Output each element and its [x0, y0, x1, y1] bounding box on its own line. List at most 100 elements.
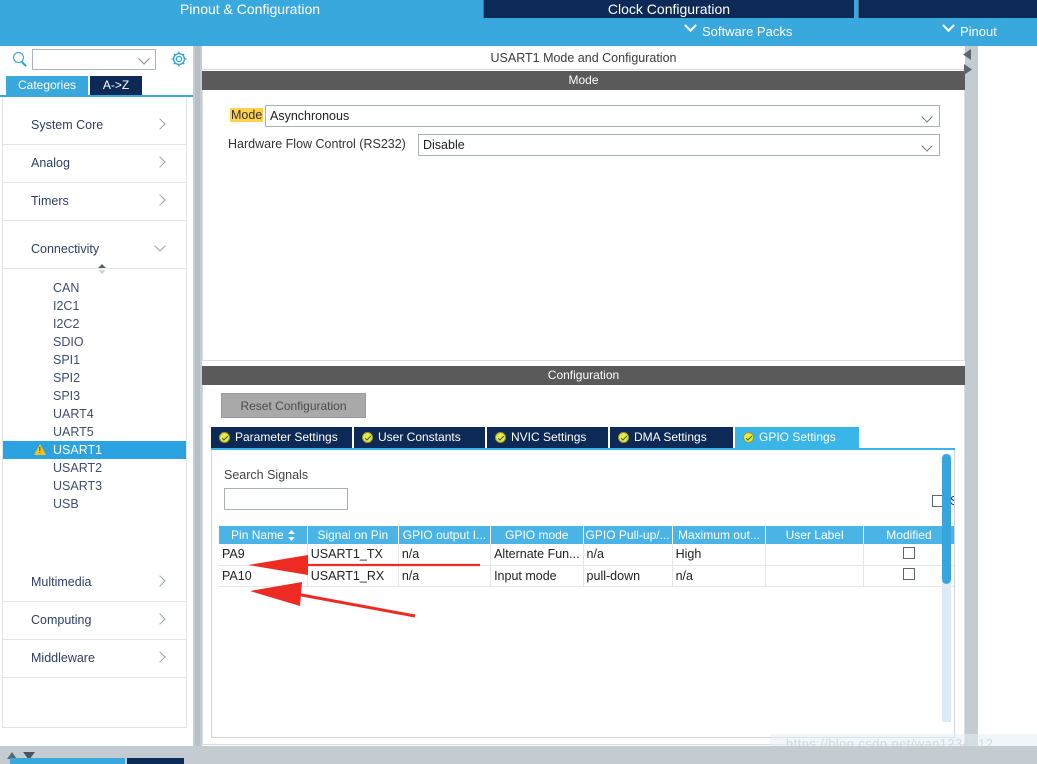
column-header-user-label[interactable]: User Label — [766, 526, 864, 544]
search-combobox[interactable] — [32, 49, 156, 70]
gpio-settings-pane: Search Signals Show only Modified Pins — [211, 450, 955, 738]
peripheral-label: SPI3 — [53, 387, 80, 405]
tab-a-to-z[interactable]: A->Z — [90, 76, 142, 95]
cell-maximum-output[interactable]: High — [672, 544, 766, 565]
tab-categories[interactable]: Categories — [6, 76, 88, 95]
modified-checkbox[interactable] — [903, 547, 915, 559]
gpio-pins-table: Pin Name Signal on Pin GPIO output I... … — [219, 526, 954, 587]
gpio-vertical-scrollbar[interactable] — [942, 454, 951, 722]
sidebar-item-usb[interactable]: USB — [3, 495, 186, 513]
cell-user-label[interactable] — [766, 544, 864, 565]
sidebar-item-sdio[interactable]: SDIO — [3, 333, 186, 351]
category-label: Timers — [31, 194, 69, 208]
flow-control-value: Disable — [423, 138, 465, 152]
column-header-maximum-output-speed[interactable]: Maximum out... — [672, 526, 766, 544]
chevron-right-icon — [154, 156, 165, 167]
sidebar-item-spi1[interactable]: SPI1 — [3, 351, 186, 369]
check-circle-icon — [495, 432, 506, 443]
cell-modified[interactable] — [863, 544, 954, 565]
splitter-track — [195, 46, 200, 746]
cell-gpio-mode[interactable]: Alternate Fun... — [491, 544, 583, 565]
cell-gpio-mode[interactable]: Input mode — [491, 565, 583, 586]
sidebar-item-usart2[interactable]: USART2 — [3, 459, 186, 477]
mode-select[interactable]: Asynchronous — [265, 105, 940, 127]
cell-maximum-output[interactable]: n/a — [672, 565, 766, 586]
column-header-signal-on-pin[interactable]: Signal on Pin — [307, 526, 398, 544]
tab-label: GPIO Settings — [759, 427, 836, 448]
sidebar-item-uart5[interactable]: UART5 — [3, 423, 186, 441]
gear-icon[interactable] — [170, 50, 188, 68]
sidebar-item-i2c2[interactable]: I2C2 — [3, 315, 186, 333]
chevron-right-icon — [154, 118, 165, 129]
tab-nvic-settings[interactable]: NVIC Settings — [487, 427, 609, 448]
cell-pin-name[interactable]: PA10 — [219, 565, 307, 586]
mode-field-label: Mode — [230, 108, 263, 122]
sidebar-item-usart1[interactable]: USART1 — [3, 441, 186, 459]
table-row[interactable]: PA9 USART1_TX n/a Alternate Fun... n/a H… — [219, 544, 954, 565]
sidebar-category-analog[interactable]: Analog — [3, 145, 186, 183]
sidebar-category-timers[interactable]: Timers — [3, 183, 186, 221]
cell-gpio-pull[interactable]: pull-down — [583, 565, 672, 586]
sidebar-category-system-core[interactable]: System Core — [3, 107, 186, 145]
cell-gpio-pull[interactable]: n/a — [583, 544, 672, 565]
tab-parameter-settings[interactable]: Parameter Settings — [211, 427, 353, 448]
flow-control-select[interactable]: Disable — [418, 134, 940, 156]
cell-gpio-output-level[interactable]: n/a — [398, 565, 490, 586]
sidebar-item-spi3[interactable]: SPI3 — [3, 387, 186, 405]
category-label: Middleware — [31, 651, 95, 665]
cell-pin-name[interactable]: PA9 — [219, 544, 307, 565]
column-header-gpio-output-level[interactable]: GPIO output I... — [398, 526, 490, 544]
sidebar-item-usart3[interactable]: USART3 — [3, 477, 186, 495]
sidebar-item-uart4[interactable]: UART4 — [3, 405, 186, 423]
tab-clock-configuration[interactable]: Clock Configuration — [484, 0, 854, 18]
sidebar-category-computing[interactable]: Computing — [3, 602, 186, 640]
column-header-modified[interactable]: Modified — [863, 526, 954, 544]
chevron-down-icon — [921, 111, 932, 122]
sidebar-category-middleware[interactable]: Middleware — [3, 640, 186, 678]
reset-configuration-button[interactable]: Reset Configuration — [221, 393, 366, 418]
tab-user-constants[interactable]: User Constants — [354, 427, 486, 448]
sidebar-category-multimedia[interactable]: Multimedia — [3, 564, 186, 602]
cell-user-label[interactable] — [766, 565, 864, 586]
chevron-right-icon — [154, 613, 165, 624]
tab-dma-settings[interactable]: DMA Settings — [610, 427, 734, 448]
cell-modified[interactable] — [863, 565, 954, 586]
vertical-splitter-left[interactable] — [193, 46, 202, 746]
sidebar-item-spi2[interactable]: SPI2 — [3, 369, 186, 387]
table-row[interactable]: PA10 USART1_RX n/a Input mode pull-down … — [219, 565, 954, 586]
peripheral-label: CAN — [53, 279, 79, 297]
cell-signal-on-pin[interactable]: USART1_RX — [307, 565, 398, 586]
column-header-gpio-pull-up-down[interactable]: GPIO Pull-up/... — [583, 526, 672, 544]
peripheral-label: I2C1 — [53, 297, 79, 315]
flow-control-field-row: Hardware Flow Control (RS232) Disable — [203, 134, 966, 156]
column-header-pin-name[interactable]: Pin Name — [219, 526, 307, 544]
configuration-section-body: Reset Configuration Parameter Settings U… — [202, 385, 965, 745]
tab-gpio-settings[interactable]: GPIO Settings — [735, 427, 859, 448]
column-header-gpio-mode[interactable]: GPIO mode — [491, 526, 583, 544]
software-packs-menu[interactable]: Software Packs — [686, 22, 792, 42]
warning-icon — [34, 444, 46, 455]
tab-pinout-configuration[interactable]: Pinout & Configuration — [100, 0, 400, 18]
check-circle-icon — [362, 432, 373, 443]
configuration-section-header: Configuration — [202, 366, 965, 385]
bottom-tab-indicator-1[interactable] — [10, 758, 125, 764]
search-signals-input[interactable] — [224, 488, 348, 510]
category-label: Connectivity — [31, 242, 99, 256]
vertical-splitter-right[interactable] — [965, 46, 978, 746]
tab-extra[interactable] — [859, 0, 1037, 18]
sidebar-item-can[interactable]: CAN — [3, 279, 186, 297]
pinout-menu[interactable]: Pinout — [944, 22, 997, 42]
sidebar-search-row — [0, 46, 193, 74]
peripheral-label: SPI2 — [53, 369, 80, 387]
header-label: Pin Name — [231, 528, 284, 542]
scrollbar-thumb[interactable] — [942, 454, 951, 584]
scroll-up-indicator[interactable] — [95, 263, 109, 275]
sidebar-item-i2c1[interactable]: I2C1 — [3, 297, 186, 315]
cell-gpio-output-level[interactable]: n/a — [398, 544, 490, 565]
bottom-tab-indicator-2[interactable] — [127, 758, 184, 764]
tab-label: User Constants — [378, 427, 461, 448]
cell-signal-on-pin[interactable]: USART1_TX — [307, 544, 398, 565]
modified-checkbox[interactable] — [903, 568, 915, 580]
category-label: Computing — [31, 613, 91, 627]
chevron-down-icon — [138, 53, 149, 64]
